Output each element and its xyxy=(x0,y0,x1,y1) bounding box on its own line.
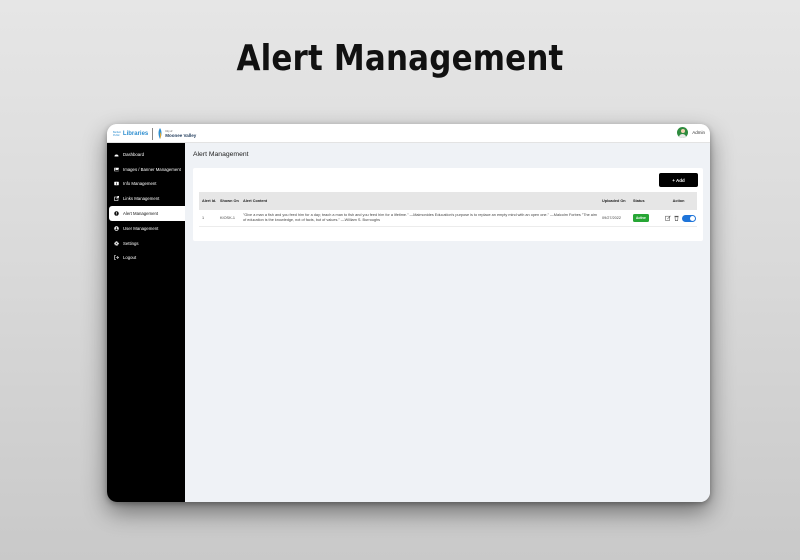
sidebar-item-label: Links Management xyxy=(123,196,160,202)
image-icon xyxy=(114,167,119,172)
sidebar-item-label: User Management xyxy=(123,225,159,231)
cell-shown-on: KIOSK-1 xyxy=(220,215,235,220)
top-bar: Bartlett Public Libraries City of Moonee… xyxy=(107,124,710,143)
city-logo: City of Moonee Valley xyxy=(157,128,196,139)
libraries-logo: Bartlett Public Libraries xyxy=(113,131,148,137)
user-menu[interactable]: Admin xyxy=(677,127,705,138)
status-badge: Active xyxy=(633,214,649,222)
app-window: Bartlett Public Libraries City of Moonee… xyxy=(107,124,710,502)
column-header-id[interactable]: Alert Id. xyxy=(199,199,217,204)
brand-divider xyxy=(152,127,154,140)
trash-icon[interactable] xyxy=(674,215,679,221)
sidebar-item-label: Alert Management xyxy=(123,211,159,217)
cell-uploaded-on: 09/27/2022 xyxy=(602,215,622,220)
page-title: Alert Management xyxy=(193,151,249,158)
sidebar-item-label: Images / Banner Management xyxy=(123,166,181,172)
main-content: Alert Management + Add Alert Id. Shown O… xyxy=(185,143,710,502)
avatar[interactable] xyxy=(677,127,689,138)
table-row: 1 KIOSK-1 "Give a man a fish and you fee… xyxy=(199,210,697,227)
sidebar-item-users[interactable]: User Management xyxy=(107,221,185,236)
page-hero-title: Alert Management xyxy=(236,38,564,79)
city-name: Moonee Valley xyxy=(165,132,197,138)
sidebar-item-links[interactable]: Links Management xyxy=(107,191,185,206)
sidebar: Dashboard Images / Banner Management Inf… xyxy=(107,143,185,502)
libraries-small-2: Public xyxy=(113,133,120,137)
alert-icon xyxy=(114,211,119,216)
user-icon xyxy=(114,226,119,231)
cell-actions xyxy=(660,214,697,222)
alert-toggle[interactable] xyxy=(682,214,696,222)
brand-logo[interactable]: Bartlett Public Libraries City of Moonee… xyxy=(113,127,196,140)
sidebar-item-label: Info Management xyxy=(123,181,157,187)
alerts-table: Alert Id. Shown On Alert Content Uploade… xyxy=(199,192,697,227)
add-alert-button[interactable]: + Add xyxy=(659,173,698,187)
sidebar-item-logout[interactable]: Logout xyxy=(107,251,185,266)
sidebar-item-images[interactable]: Images / Banner Management xyxy=(107,162,185,177)
sidebar-item-info[interactable]: Info Management xyxy=(107,177,185,192)
sidebar-item-label: Settings xyxy=(123,240,139,246)
logout-icon xyxy=(114,255,119,261)
info-icon xyxy=(114,181,119,186)
sidebar-item-settings[interactable]: Settings xyxy=(107,236,185,251)
sidebar-item-label: Logout xyxy=(123,255,137,261)
dashboard-icon xyxy=(114,152,119,157)
cell-content: "Give a man a fish and you feed him for … xyxy=(243,213,597,222)
column-header-shown-on[interactable]: Shown On xyxy=(217,199,240,204)
libraries-word: Libraries xyxy=(122,130,149,137)
cell-id: 1 xyxy=(202,215,205,220)
table-header: Alert Id. Shown On Alert Content Uploade… xyxy=(199,192,697,210)
leaf-icon xyxy=(158,128,162,139)
alerts-card: + Add Alert Id. Shown On Alert Content U… xyxy=(193,168,703,241)
cell-status: Active xyxy=(630,214,660,222)
sidebar-item-label: Dashboard xyxy=(123,151,145,157)
column-header-status[interactable]: Status xyxy=(630,199,660,204)
gear-icon xyxy=(114,240,119,246)
column-header-uploaded-on[interactable]: Uploaded On xyxy=(599,199,630,204)
sidebar-item-alert[interactable]: Alert Management xyxy=(109,206,185,221)
link-icon xyxy=(114,196,119,202)
column-header-content[interactable]: Alert Content xyxy=(240,199,599,204)
sidebar-item-dashboard[interactable]: Dashboard xyxy=(107,147,185,162)
column-header-action: Action xyxy=(672,198,685,203)
user-name: Admin xyxy=(692,130,705,135)
edit-icon[interactable] xyxy=(665,215,671,221)
